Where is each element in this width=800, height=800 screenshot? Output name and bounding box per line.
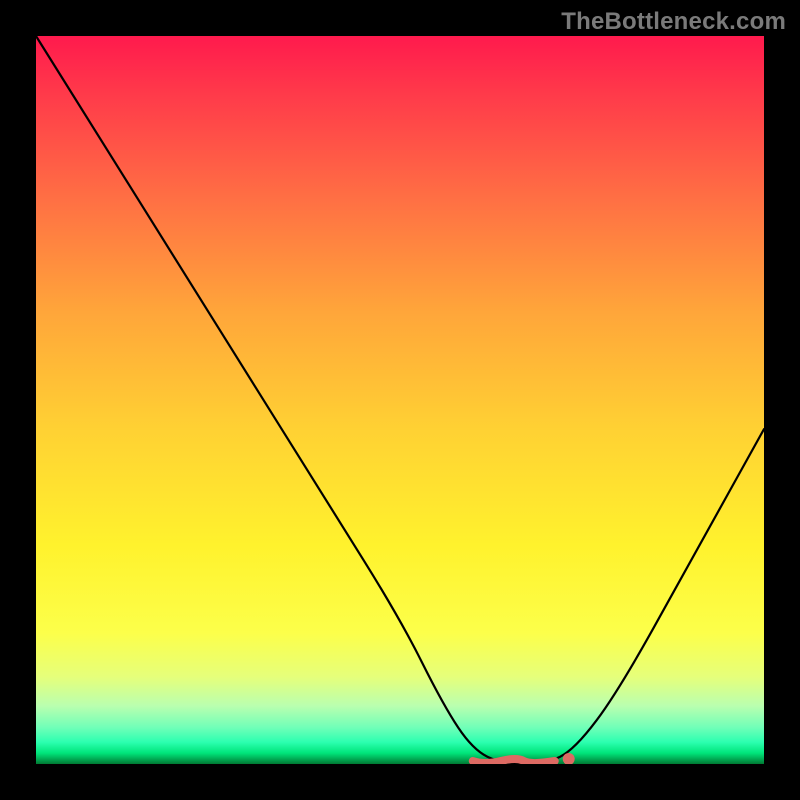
severity-gradient — [36, 36, 764, 764]
watermark-text: TheBottleneck.com — [561, 8, 786, 36]
chart-root: TheBottleneck.com — [0, 0, 800, 800]
plot-area — [36, 36, 764, 764]
